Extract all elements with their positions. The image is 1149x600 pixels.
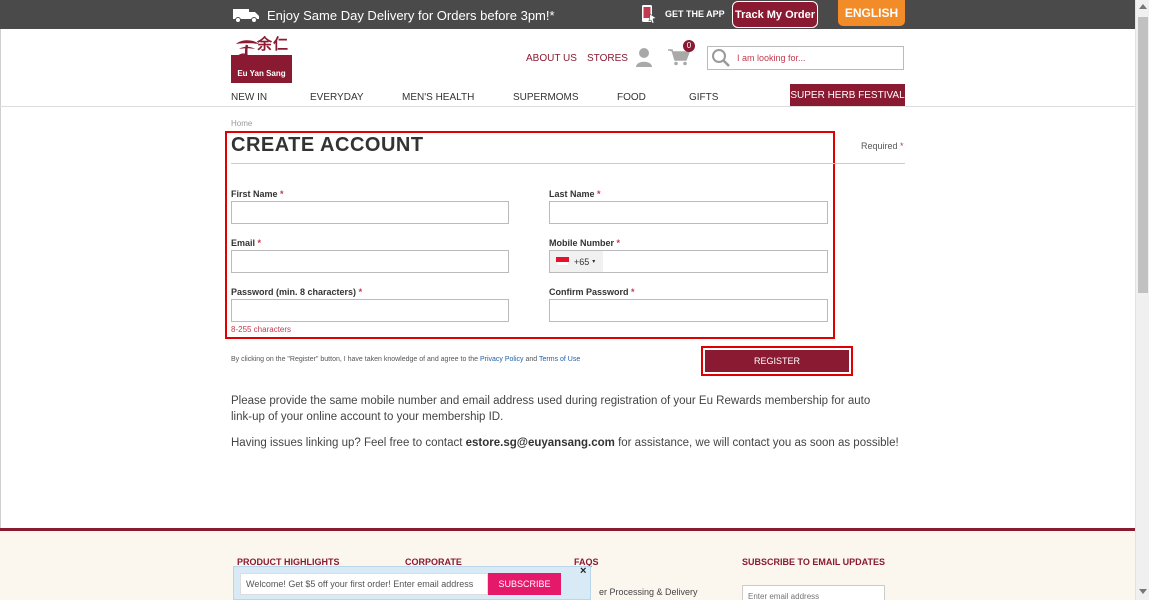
required-star: * xyxy=(900,141,904,151)
email-label: Email * xyxy=(231,238,261,248)
register-button[interactable]: REGISTER xyxy=(705,350,849,372)
last-name-label: Last Name * xyxy=(549,189,601,199)
get-app-label: GET THE APP xyxy=(665,9,725,19)
register-highlight-box: REGISTER xyxy=(701,346,853,376)
cart-count-badge: 0 xyxy=(683,40,695,52)
singapore-flag-icon xyxy=(556,257,569,266)
confirm-password-field-wrap xyxy=(549,299,828,322)
email-field-wrap xyxy=(231,250,509,273)
nav-food[interactable]: FOOD xyxy=(617,92,646,103)
breadcrumb-home[interactable]: Home xyxy=(231,119,252,128)
user-account-icon[interactable] xyxy=(636,47,652,67)
nav-mens-health[interactable]: MEN'S HEALTH xyxy=(402,92,474,103)
consent-and: and xyxy=(525,356,538,363)
truck-icon xyxy=(233,9,259,23)
membership-info: Please provide the same mobile number an… xyxy=(231,395,871,423)
confirm-password-star: * xyxy=(631,287,635,297)
email-input[interactable] xyxy=(232,251,508,272)
password-field-wrap xyxy=(231,299,509,322)
password-label: Password (min. 8 characters) * xyxy=(231,287,362,297)
consent-body: By clicking on the "Register" button, I … xyxy=(231,356,479,363)
last-name-input[interactable] xyxy=(550,202,827,223)
password-label-text: Password (min. 8 characters) xyxy=(231,287,357,297)
search-input[interactable] xyxy=(737,53,897,63)
mobile-star: * xyxy=(616,238,621,248)
first-name-field-wrap xyxy=(231,201,509,224)
nav-supermoms[interactable]: SUPERMOMS xyxy=(513,92,579,103)
consent-text: By clicking on the "Register" button, I … xyxy=(231,356,580,363)
footer-email-input[interactable] xyxy=(743,587,884,600)
support-text-before: Having issues linking up? Feel free to c… xyxy=(231,437,466,449)
page-scrollbar[interactable] xyxy=(1135,0,1149,600)
welcome-popup: Welcome! Get $5 off your first order! En… xyxy=(233,565,591,600)
dropdown-arrow-icon: ▾ xyxy=(592,259,596,265)
get-app-link[interactable]: GET THE APP xyxy=(638,4,725,24)
mobile-input[interactable] xyxy=(603,251,827,272)
scroll-up-arrow-icon[interactable] xyxy=(1139,4,1147,9)
confirm-password-label-text: Confirm Password xyxy=(549,287,629,297)
last-name-star: * xyxy=(597,189,601,199)
mobile-label: Mobile Number * xyxy=(549,238,620,248)
country-code-selector[interactable]: +65 ▾ xyxy=(550,251,603,272)
mobile-input-wrap xyxy=(603,251,827,272)
footer-subscribe-heading: SUBSCRIBE TO EMAIL UPDATES xyxy=(742,557,886,567)
terms-of-use-link[interactable]: Terms of Use xyxy=(539,356,580,363)
delivery-text: Enjoy Same Day Delivery for Orders befor… xyxy=(267,7,555,23)
password-input[interactable] xyxy=(232,300,508,321)
first-name-label-text: First Name xyxy=(231,189,278,199)
nav-divider xyxy=(0,106,1135,107)
language-selector[interactable]: ENGLISH xyxy=(838,0,905,26)
confirm-password-input[interactable] xyxy=(550,300,827,321)
support-info: Having issues linking up? Feel free to c… xyxy=(231,435,911,451)
required-label: Required xyxy=(861,141,898,151)
search-icon[interactable] xyxy=(711,48,731,68)
email-star: * xyxy=(257,238,262,248)
mobile-field-wrap: +65 ▾ xyxy=(549,250,828,273)
search-bar[interactable] xyxy=(707,46,904,70)
promo-bar: Enjoy Same Day Delivery for Orders befor… xyxy=(0,0,1135,29)
email-label-text: Email xyxy=(231,238,256,248)
popup-subscribe-button[interactable]: SUBSCRIBE xyxy=(488,573,561,595)
password-star: * xyxy=(358,287,363,297)
confirm-password-label: Confirm Password * xyxy=(549,287,635,297)
popup-email-input[interactable]: Welcome! Get $5 off your first order! En… xyxy=(240,573,488,595)
country-code: +65 xyxy=(574,256,590,267)
nav-gifts[interactable]: GIFTS xyxy=(689,92,718,103)
phone-app-icon xyxy=(642,5,657,24)
first-name-input[interactable] xyxy=(232,202,508,223)
title-divider xyxy=(231,163,905,164)
stores-link[interactable]: STORES xyxy=(587,53,628,64)
close-icon[interactable]: × xyxy=(580,565,586,577)
nav-everyday[interactable]: EVERYDAY xyxy=(310,92,364,103)
scrollbar-thumb[interactable] xyxy=(1138,17,1148,293)
footer-faq-order-processing[interactable]: er Processing & Delivery xyxy=(599,587,698,597)
logo[interactable]: 余仁生 Eu Yan Sang xyxy=(231,33,292,83)
page-title: CREATE ACCOUNT xyxy=(231,134,424,156)
nav-new-in[interactable]: NEW IN xyxy=(231,92,267,103)
first-name-label: First Name * xyxy=(231,189,284,199)
first-name-star: * xyxy=(280,189,284,199)
password-hint: 8-255 characters xyxy=(231,325,292,334)
support-email[interactable]: estore.sg@euyansang.com xyxy=(466,437,615,449)
last-name-label-text: Last Name xyxy=(549,189,595,199)
required-note: Required * xyxy=(861,141,904,151)
privacy-policy-link[interactable]: Privacy Policy xyxy=(480,356,524,363)
nav-super-herb-festival[interactable]: SUPER HERB FESTIVAL xyxy=(790,84,905,107)
mobile-label-text: Mobile Number xyxy=(549,238,615,248)
support-text-after: for assistance, we will contact you as s… xyxy=(614,437,899,449)
scroll-down-arrow-icon[interactable] xyxy=(1139,589,1147,594)
track-order-button[interactable]: Track My Order xyxy=(732,1,818,28)
logo-text: Eu Yan Sang xyxy=(237,69,286,78)
footer-email-wrap xyxy=(742,585,885,600)
about-us-link[interactable]: ABOUT US xyxy=(526,53,577,64)
last-name-field-wrap xyxy=(549,201,828,224)
delivery-banner[interactable]: Enjoy Same Day Delivery for Orders befor… xyxy=(232,5,555,25)
